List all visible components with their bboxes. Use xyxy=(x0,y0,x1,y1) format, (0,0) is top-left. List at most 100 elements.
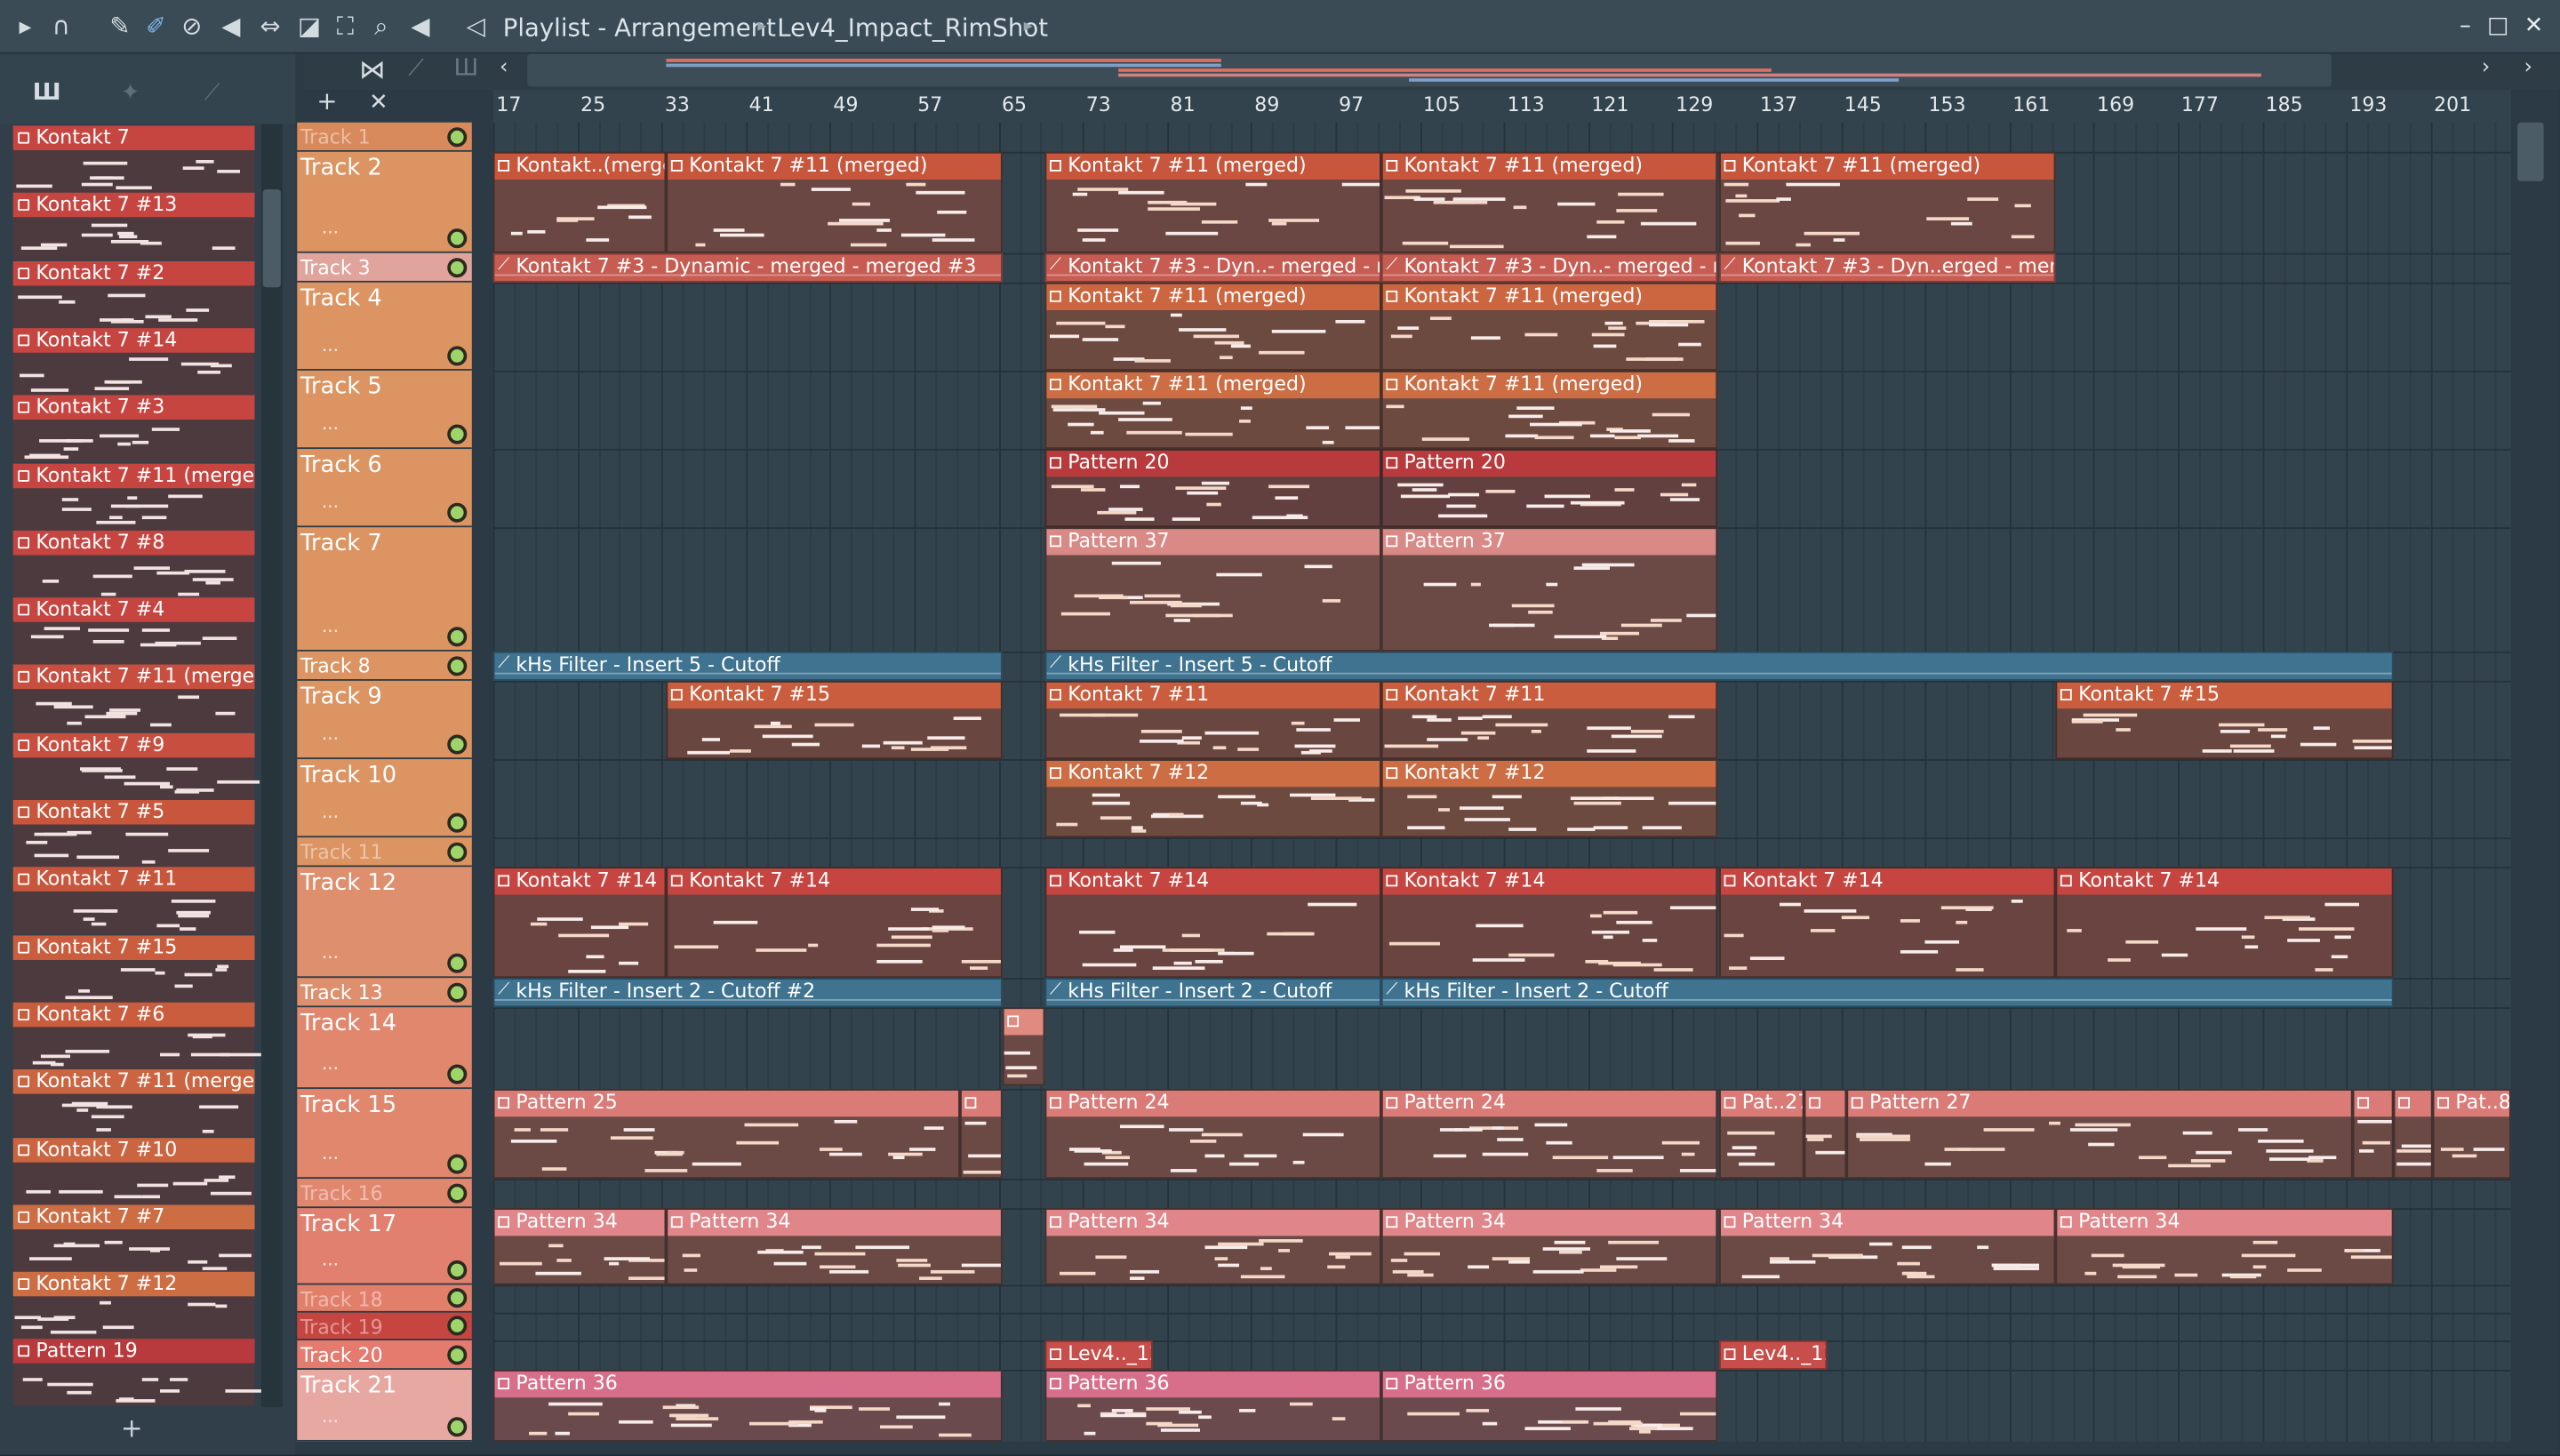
track-header[interactable]: Track 16 xyxy=(297,1179,472,1209)
magnet-icon[interactable]: ∩ xyxy=(45,12,76,43)
playback-icon[interactable]: ◀ xyxy=(405,12,436,43)
pattern-clip[interactable]: Pattern 36 xyxy=(1044,1369,1381,1442)
pattern-clip[interactable]: Pattern 34 xyxy=(1380,1208,1718,1285)
track-enable-led[interactable] xyxy=(447,1064,468,1084)
pattern-clip[interactable]: Pattern 34 xyxy=(492,1208,667,1285)
slip-icon[interactable]: ⇔ xyxy=(255,12,286,43)
pattern-clip[interactable]: Pattern 36 xyxy=(492,1369,1003,1442)
picker-item[interactable]: Kontakt 7 #2 xyxy=(12,260,255,328)
track-header[interactable]: Track 18 xyxy=(297,1284,472,1313)
track-header[interactable]: Track 7... xyxy=(297,527,472,652)
track-header[interactable]: Track 4... xyxy=(297,282,472,371)
curve-icon[interactable]: ⟋ xyxy=(408,55,424,81)
pattern-clip[interactable]: Kontakt 7 #14 xyxy=(666,867,1003,979)
picker-scrollbar[interactable] xyxy=(260,124,283,1408)
pattern-clip[interactable]: Pattern 37 xyxy=(1044,527,1381,652)
pattern-clip[interactable]: Kontakt 7 #14 xyxy=(1719,867,2056,979)
pattern-clip[interactable]: Pat..27 xyxy=(1719,1089,1804,1180)
pattern-clip[interactable] xyxy=(1002,1007,1045,1086)
pattern-clip[interactable]: Kontakt 7 #11 (merged) xyxy=(1044,370,1381,450)
audio-picker-icon[interactable]: ✦ xyxy=(121,80,140,106)
track-enable-led[interactable] xyxy=(447,953,468,973)
picker-item[interactable]: Kontakt 7 #4 xyxy=(12,597,255,665)
pattern-clip[interactable]: Kontakt 7 #11 (merged) xyxy=(1719,151,2056,253)
pattern-clip[interactable]: Pattern 24 xyxy=(1044,1089,1381,1180)
track-header[interactable]: Track 3 xyxy=(297,252,472,283)
track-enable-led[interactable] xyxy=(447,424,468,444)
pattern-clip[interactable]: Kontakt 7 #11 (merged) xyxy=(1380,151,1718,253)
picker-item[interactable]: Kontakt 7 #5 xyxy=(12,799,255,868)
track-enable-led[interactable] xyxy=(447,258,468,278)
track-enable-led[interactable] xyxy=(447,346,468,366)
picker-item[interactable]: Kontakt 7 xyxy=(12,125,255,193)
picker-item[interactable]: Kontakt 7 #11 (merged) xyxy=(12,462,255,531)
pattern-clip[interactable]: Kontakt 7 #11 (merged) xyxy=(1044,151,1381,253)
pattern-clip[interactable]: Kontakt 7 #14 xyxy=(2055,867,2394,979)
pattern-clip[interactable]: Kontakt 7 #11 xyxy=(1380,680,1718,760)
audio-clip[interactable]: Lev4.._12 xyxy=(1044,1340,1153,1370)
track-header[interactable]: Track 1 xyxy=(297,122,472,152)
pattern-clip[interactable]: Kontakt 7 #11 (merged) xyxy=(1380,370,1718,450)
picker-item[interactable]: Kontakt 7 #8 xyxy=(12,530,255,597)
pattern-clip[interactable]: Kontakt 7 #12 xyxy=(1044,759,1381,838)
track-options-icon[interactable]: ... xyxy=(322,335,339,356)
pattern-clip[interactable]: Kontakt 7 #11 xyxy=(1044,680,1381,760)
pattern-clip[interactable]: Kontakt 7 #12 xyxy=(1380,759,1718,838)
pattern-clip[interactable]: Pattern 34 xyxy=(1719,1208,2056,1285)
pattern-clip[interactable]: Kontakt 7 #14 xyxy=(1044,867,1381,979)
minimize-icon[interactable]: – xyxy=(2449,10,2482,43)
vertical-scroll-thumb[interactable] xyxy=(2517,122,2544,181)
automation-clip[interactable]: kHs Filter - Insert 2 - Cutoff #2 xyxy=(492,978,1003,1008)
track-header[interactable]: Track 9... xyxy=(297,680,472,760)
track-enable-led[interactable] xyxy=(447,502,468,523)
cut-icon[interactable]: ✕ xyxy=(369,90,388,116)
picker-item[interactable]: Kontakt 7 #14 xyxy=(12,327,255,396)
pattern-clip[interactable]: Pattern 27 xyxy=(1846,1089,2353,1180)
pattern-clip[interactable]: Pat..8 xyxy=(2432,1089,2511,1180)
automation-clip[interactable]: Kontakt 7 #3 - Dyn..- merged - merged xyxy=(1044,252,1381,283)
track-enable-led[interactable] xyxy=(447,1260,468,1280)
track-header[interactable]: Track 10... xyxy=(297,759,472,838)
zoom-icon[interactable]: ⌕ xyxy=(365,12,396,43)
breadcrumb-window-title[interactable]: Playlist - Arrangement xyxy=(503,13,776,43)
add-pattern-icon[interactable]: + xyxy=(121,1412,143,1444)
pattern-clip[interactable]: Pattern 20 xyxy=(1044,449,1381,528)
track-header[interactable]: Track 17... xyxy=(297,1208,472,1285)
pattern-clip[interactable] xyxy=(1804,1089,1847,1180)
track-options-icon[interactable]: ... xyxy=(322,802,339,823)
maximize-icon[interactable]: □ xyxy=(2482,10,2515,43)
slice-icon[interactable]: ◪ xyxy=(294,12,325,43)
track-enable-led[interactable] xyxy=(447,1345,468,1365)
track-enable-led[interactable] xyxy=(447,627,468,647)
track-header[interactable]: Track 6... xyxy=(297,449,472,528)
track-header[interactable]: Track 20 xyxy=(297,1340,472,1370)
track-header[interactable]: Track 19 xyxy=(297,1312,472,1340)
track-enable-led[interactable] xyxy=(447,1417,468,1437)
pattern-clip[interactable]: Pattern 34 xyxy=(2055,1208,2394,1285)
track-options-icon[interactable]: ... xyxy=(322,724,339,745)
pattern-clip[interactable]: Kontakt 7 #14 xyxy=(492,867,667,979)
pattern-clip[interactable]: Kontakt 7 #11 (merged) xyxy=(1044,282,1381,371)
timeline-overview[interactable] xyxy=(527,53,2332,87)
track-options-icon[interactable]: ... xyxy=(322,1249,339,1270)
track-options-icon[interactable]: ... xyxy=(322,413,339,435)
track-enable-led[interactable] xyxy=(447,656,468,676)
pattern-clip[interactable]: Kontakt..(merged) xyxy=(492,151,667,253)
breadcrumb-pattern[interactable]: Lev4_Impact_RimShot xyxy=(777,13,1048,43)
pattern-clip[interactable]: Pattern 20 xyxy=(1380,449,1718,528)
automation-clip[interactable]: Kontakt 7 #3 - Dynamic - merged - merged… xyxy=(492,252,1003,283)
track-enable-led[interactable] xyxy=(447,127,468,148)
pattern-clip[interactable] xyxy=(2393,1089,2433,1180)
picker-item[interactable]: Kontakt 7 #9 xyxy=(12,732,260,800)
track-header[interactable]: Track 14... xyxy=(297,1007,472,1090)
track-header[interactable]: Track 21... xyxy=(297,1369,472,1442)
pattern-clip[interactable]: Pattern 36 xyxy=(1380,1369,1718,1442)
picker-item[interactable]: Kontakt 7 #10 xyxy=(12,1137,255,1204)
track-options-icon[interactable]: ... xyxy=(322,942,339,964)
track-options-icon[interactable]: ... xyxy=(322,492,339,513)
track-enable-led[interactable] xyxy=(447,982,468,1003)
automation-clip[interactable]: Kontakt 7 #3 - Dyn..- merged - merged xyxy=(1380,252,1718,283)
collapse-icon[interactable]: › xyxy=(2524,55,2533,80)
pattern-clip[interactable]: Pattern 37 xyxy=(1380,527,1718,652)
track-enable-led[interactable] xyxy=(447,1154,468,1174)
